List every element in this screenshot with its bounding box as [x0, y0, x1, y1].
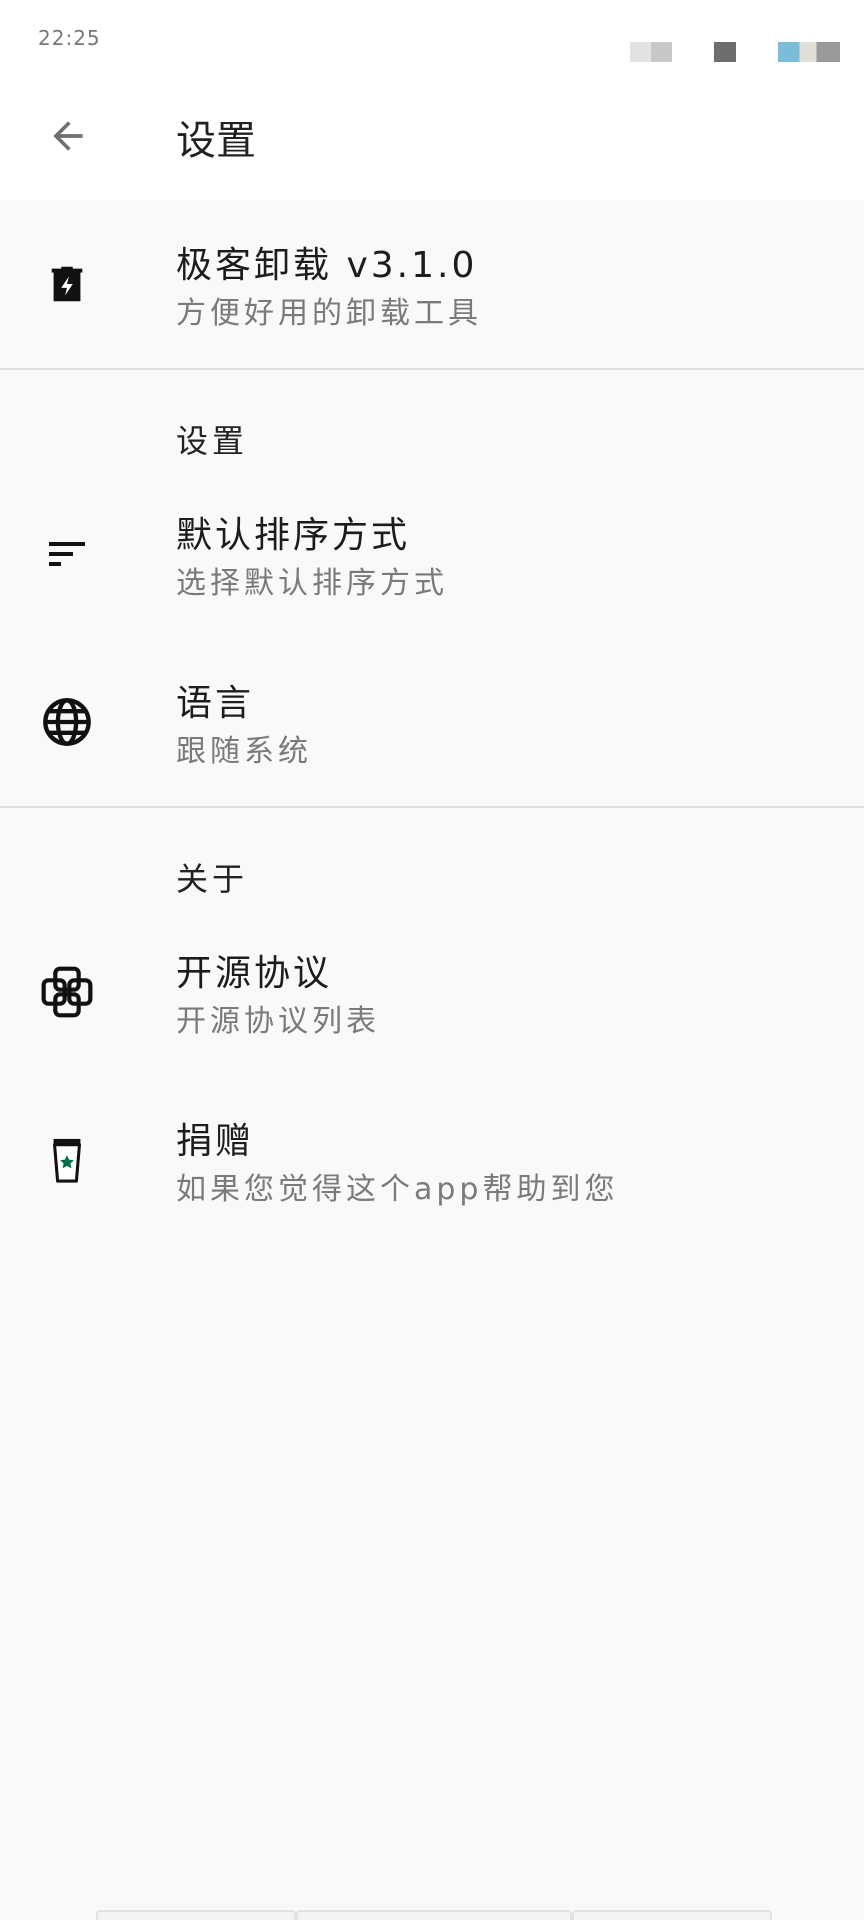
default-sort-item[interactable]: 默认排序方式 选择默认排序方式	[0, 470, 864, 638]
item-title: 语言	[176, 683, 255, 724]
item-subtitle: 跟随系统	[176, 734, 312, 769]
globe-icon	[36, 691, 98, 753]
app-info-item[interactable]: 极客卸载 v3.1.0 方便好用的卸载工具	[0, 200, 864, 368]
nav-home-handle[interactable]	[296, 1910, 572, 1920]
app-bar: 设置	[0, 80, 864, 200]
nav-recent-handle[interactable]	[96, 1910, 296, 1920]
section-header-about: 关于	[0, 808, 864, 908]
status-time: 22:25	[38, 26, 101, 50]
trash-bolt-icon	[36, 253, 98, 315]
back-button[interactable]	[34, 102, 102, 170]
section-header-settings: 设置	[0, 370, 864, 470]
arrow-left-icon	[53, 121, 83, 151]
item-subtitle: 开源协议列表	[176, 1004, 380, 1039]
item-subtitle: 选择默认排序方式	[176, 566, 448, 601]
wifi-icon	[714, 42, 736, 62]
item-title: 默认排序方式	[176, 515, 411, 556]
nav-back-handle[interactable]	[572, 1910, 772, 1920]
item-subtitle: 如果您觉得这个app帮助到您	[176, 1172, 619, 1207]
section-title: 关于	[176, 860, 249, 898]
section-title: 设置	[176, 422, 249, 460]
coffee-cup-icon	[36, 1129, 98, 1191]
signal-icon	[630, 42, 672, 62]
page-title: 设置	[176, 118, 256, 164]
status-bar: 22:25	[0, 0, 864, 80]
open-source-icon	[36, 961, 98, 1023]
donate-item[interactable]: 捐赠 如果您觉得这个app帮助到您	[0, 1076, 864, 1244]
battery-icon	[778, 42, 840, 62]
language-item[interactable]: 语言 跟随系统	[0, 638, 864, 806]
sort-icon	[36, 523, 98, 585]
settings-list: 极客卸载 v3.1.0 方便好用的卸载工具 设置 默认排序方式 选择默认排序方式…	[0, 200, 864, 1244]
item-title: 捐赠	[176, 1121, 255, 1162]
app-description: 方便好用的卸载工具	[176, 296, 482, 331]
item-title: 开源协议	[176, 953, 333, 994]
open-source-licenses-item[interactable]: 开源协议 开源协议列表	[0, 908, 864, 1076]
app-name: 极客卸载 v3.1.0	[176, 245, 478, 286]
